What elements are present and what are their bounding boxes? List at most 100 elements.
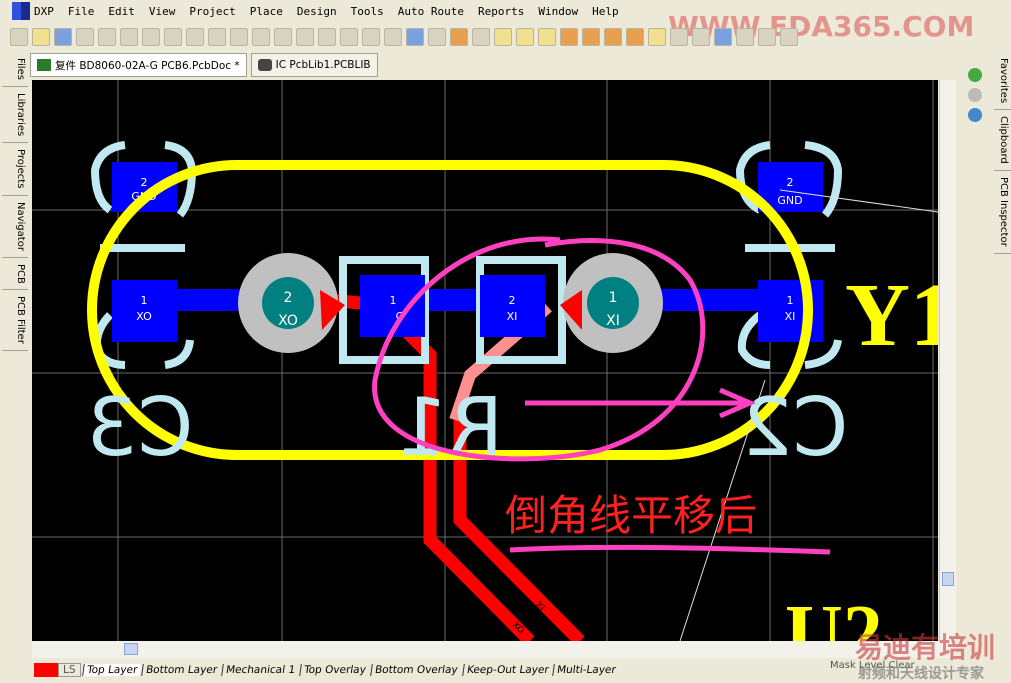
forward-icon[interactable]	[968, 88, 982, 102]
pcb-drawing[interactable]: XO XI 2GND 1XO 2XO 1O 2XI 1XI 2GND 1XI C…	[32, 80, 938, 641]
svg-text:1: 1	[609, 290, 618, 306]
string-icon[interactable]	[670, 28, 688, 46]
pad-icon[interactable]	[582, 28, 600, 46]
designator-c3: C3	[87, 381, 194, 474]
panel-navigator[interactable]: Navigator	[2, 195, 28, 258]
layer-tab-top[interactable]: Top Layer	[81, 664, 141, 676]
pcb-lib-icon	[257, 59, 272, 71]
zoom-fit-icon[interactable]	[142, 28, 160, 46]
menu-auto-route[interactable]: Auto Route	[398, 5, 464, 18]
panel-libraries[interactable]: Libraries	[2, 86, 28, 144]
crossprobe-icon[interactable]	[450, 28, 468, 46]
menu-help[interactable]: Help	[592, 5, 619, 18]
via-icon[interactable]	[560, 28, 578, 46]
pcb-canvas[interactable]: XO XI 2 GND 1 XO 2 XO 1O 2 XI 1 XI 2 GND 1 XI C…	[32, 80, 938, 641]
layer-tab-top-overlay[interactable]: Top Overlay	[299, 664, 370, 676]
cut-icon[interactable]	[230, 28, 248, 46]
designator-y1: Y1	[845, 266, 938, 365]
menu-view[interactable]: View	[149, 5, 176, 18]
panel-pcb[interactable]: PCB	[2, 257, 28, 291]
svg-text:2: 2	[141, 176, 148, 189]
panel-favorites[interactable]: Favorites	[994, 52, 1011, 111]
menu-place[interactable]: Place	[250, 5, 283, 18]
vertical-scrollbar[interactable]	[939, 80, 956, 641]
zoom-selected-icon[interactable]	[186, 28, 204, 46]
deselect-icon[interactable]	[362, 28, 380, 46]
dimension-icon[interactable]	[736, 28, 754, 46]
menu-tools[interactable]: Tools	[351, 5, 384, 18]
clear-filter-icon[interactable]	[384, 28, 402, 46]
back-icon[interactable]	[968, 68, 982, 82]
layer-set-button[interactable]: LS	[58, 663, 81, 677]
panel-projects[interactable]: Projects	[2, 143, 28, 196]
fill-icon[interactable]	[626, 28, 644, 46]
menu-edit[interactable]: Edit	[108, 5, 135, 18]
svg-text:2: 2	[787, 176, 794, 189]
room-icon[interactable]	[758, 28, 776, 46]
route-multi-icon[interactable]	[538, 28, 556, 46]
save-icon[interactable]	[54, 28, 72, 46]
rubber-stamp-icon[interactable]	[296, 28, 314, 46]
tab-label: 复件 BD8060-02A-G PCB6.PcbDoc *	[55, 59, 240, 72]
browse-components-icon[interactable]	[472, 28, 490, 46]
polygon-icon[interactable]	[648, 28, 666, 46]
layer-tab-bottom-overlay[interactable]: Bottom Overlay	[370, 664, 462, 676]
svg-text:GND: GND	[777, 194, 802, 207]
pcb-doc-icon	[37, 59, 51, 71]
undo-icon[interactable]	[406, 28, 424, 46]
layer-tabs: LS Top Layer Bottom Layer Mechanical 1 T…	[0, 658, 820, 682]
svg-text:XI: XI	[606, 313, 620, 329]
watermark-subtitle: 射频和天线设计专家	[858, 666, 984, 682]
smd-pads[interactable]	[112, 162, 823, 342]
toolbar	[0, 23, 1000, 51]
coordinate-icon[interactable]	[692, 28, 710, 46]
panel-pcb-inspector[interactable]: PCB Inspector	[994, 170, 1011, 254]
nav-buttons	[958, 68, 992, 122]
svg-text:1: 1	[390, 294, 397, 307]
panel-clipboard[interactable]: Clipboard	[994, 110, 1011, 171]
layer-tab-multi[interactable]: Multi-Layer	[552, 664, 620, 676]
menu-project[interactable]: Project	[189, 5, 235, 18]
annotation-text: 倒角线平移后	[505, 491, 757, 540]
route-icon[interactable]	[494, 28, 512, 46]
svg-text:1: 1	[787, 294, 794, 307]
3d-icon[interactable]	[120, 28, 138, 46]
panel-pcb-filter[interactable]: PCB Filter	[2, 290, 28, 352]
tab-pcblib[interactable]: IC PcbLib1.PCBLIB	[250, 53, 378, 77]
print-preview-icon[interactable]	[98, 28, 116, 46]
designator-r1: R1	[397, 381, 503, 474]
print-icon[interactable]	[76, 28, 94, 46]
open-icon[interactable]	[32, 28, 50, 46]
paste-icon[interactable]	[274, 28, 292, 46]
panel-files[interactable]: Files	[2, 52, 28, 87]
arc-icon[interactable]	[604, 28, 622, 46]
menu-file[interactable]: File	[68, 5, 95, 18]
layer-tab-bottom[interactable]: Bottom Layer	[141, 664, 221, 676]
horizontal-scrollbar[interactable]	[32, 641, 956, 658]
zoom-area-icon[interactable]	[164, 28, 182, 46]
menu-window[interactable]: Window	[538, 5, 578, 18]
grid-icon[interactable]	[780, 28, 798, 46]
menu-design[interactable]: Design	[297, 5, 337, 18]
current-layer-color[interactable]	[34, 663, 58, 677]
home-icon[interactable]	[968, 108, 982, 122]
svg-text:2: 2	[509, 294, 516, 307]
new-icon[interactable]	[10, 28, 28, 46]
redo-icon[interactable]	[428, 28, 446, 46]
move-icon[interactable]	[340, 28, 358, 46]
left-panel-tabs: Files Libraries Projects Navigator PCB P…	[2, 52, 28, 352]
zoom-filter-icon[interactable]	[208, 28, 226, 46]
svg-text:XO: XO	[278, 313, 298, 329]
align-icon[interactable]	[714, 28, 732, 46]
layer-tab-keepout[interactable]: Keep-Out Layer	[461, 664, 553, 676]
menu-dxp[interactable]: DXP	[34, 5, 54, 18]
right-panel-tabs: Favorites Clipboard PCB Inspector	[994, 52, 1011, 254]
copy-icon[interactable]	[252, 28, 270, 46]
select-area-icon[interactable]	[318, 28, 336, 46]
watermark-bottom: 易迪有培训	[855, 631, 996, 664]
svg-text:XI: XI	[785, 310, 796, 323]
tab-pcbdoc[interactable]: 复件 BD8060-02A-G PCB6.PcbDoc *	[30, 53, 247, 77]
route-diff-icon[interactable]	[516, 28, 534, 46]
layer-tab-mechanical1[interactable]: Mechanical 1	[221, 664, 299, 676]
menu-reports[interactable]: Reports	[478, 5, 524, 18]
